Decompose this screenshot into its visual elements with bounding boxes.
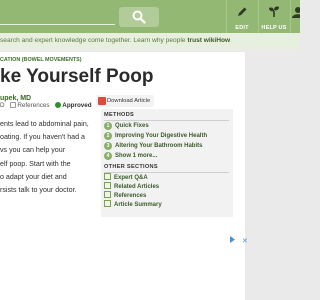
toc-other-label: Related Articles: [114, 184, 160, 190]
table-of-contents: METHODS 1 Quick Fixes 2 Improving Your Dig…: [101, 109, 233, 217]
step-number: 2: [104, 132, 112, 140]
toc-other-label: Expert Q&A: [114, 175, 148, 181]
document-icon: [104, 182, 111, 189]
search-icon: [132, 10, 146, 24]
step-number: 4: [104, 152, 112, 160]
info-icon[interactable]: [229, 236, 238, 245]
search-input[interactable]: [0, 24, 115, 25]
download-article-button[interactable]: Download Article: [96, 95, 154, 107]
pencil-icon: [227, 5, 257, 21]
document-icon: [104, 191, 111, 198]
document-icon: [104, 200, 111, 207]
intro-line: rsists talk to your doctor.: [0, 186, 77, 195]
toc-article-summary[interactable]: Article Summary: [104, 200, 162, 209]
step-number: 1: [104, 122, 112, 130]
methods-heading: METHODS: [104, 112, 135, 118]
toc-related-articles[interactable]: Related Articles: [104, 182, 159, 191]
toc-other-label: References: [114, 193, 147, 199]
edit-button[interactable]: EDIT: [227, 4, 257, 32]
page-title: ke Yourself Poop: [0, 66, 154, 87]
trust-tagline: search and expert knowledge come togethe…: [0, 33, 300, 49]
close-icon[interactable]: ✕: [242, 238, 248, 245]
question-icon: [104, 173, 111, 180]
intro-line: o adapt your diet and: [0, 172, 67, 181]
toc-method-label: Improving Your Digestive Health: [115, 133, 208, 139]
references-link[interactable]: References: [17, 102, 49, 109]
intro-line: ents lead to abdominal pain,: [0, 120, 89, 128]
intro-line: elf poop. Start with the: [0, 159, 71, 168]
toc-method-item[interactable]: 1 Quick Fixes: [104, 122, 149, 131]
approved-icon: [55, 102, 62, 108]
header-divider: [290, 0, 291, 33]
help-us-button[interactable]: HELP US: [259, 4, 289, 32]
divider: [104, 120, 229, 121]
seedling-icon: [259, 5, 289, 21]
article-meta: D References Approved: [0, 102, 92, 109]
search-button[interactable]: [119, 7, 159, 27]
article-intro: ents lead to abdominal pain, oating. If …: [0, 118, 92, 197]
pdf-icon: [98, 97, 106, 105]
user-button[interactable]: [292, 4, 300, 32]
toc-expert-qa[interactable]: Expert Q&A: [104, 173, 148, 182]
intro-line: oating. If you haven't had a: [0, 133, 85, 142]
toc-method-item[interactable]: 3 Altering Your Bathroom Habits: [104, 142, 202, 151]
references-icon: [10, 102, 17, 108]
toc-method-label: Quick Fixes: [115, 123, 149, 129]
ad-controls: ✕: [229, 236, 252, 245]
breadcrumb[interactable]: CATION (BOWEL MOVEMENTS): [0, 57, 82, 63]
intro-line: vs you can help your: [0, 146, 66, 155]
help-us-label: HELP US: [261, 25, 287, 31]
author-name[interactable]: upek, MD: [0, 95, 31, 102]
other-sections-heading: OTHER SECTIONS: [104, 164, 158, 170]
step-number: 3: [104, 142, 112, 150]
tagline-text: search and expert knowledge come togethe…: [0, 37, 188, 44]
author-suffix: D: [0, 102, 5, 109]
trust-wikihow-link[interactable]: trust wikiHow: [187, 37, 230, 44]
toc-method-label: Altering Your Bathroom Habits: [115, 143, 203, 149]
toc-method-item[interactable]: 2 Improving Your Digestive Health: [104, 132, 207, 141]
edit-label: EDIT: [235, 25, 249, 31]
download-label: Download Article: [107, 98, 151, 104]
toc-method-label: Show 1 more...: [115, 153, 158, 159]
toc-other-label: Article Summary: [114, 202, 162, 208]
user-icon: [292, 5, 300, 21]
approved-badge[interactable]: Approved: [62, 102, 91, 109]
toc-show-more[interactable]: 4 Show 1 more...: [104, 152, 157, 161]
toc-references[interactable]: References: [104, 191, 146, 200]
